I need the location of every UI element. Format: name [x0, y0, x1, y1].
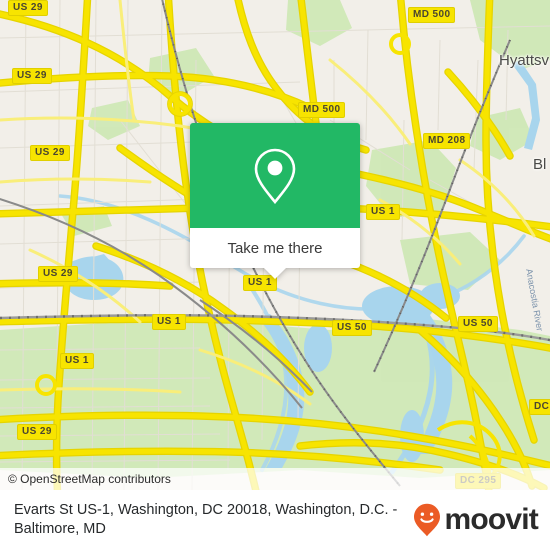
road-shield: MD 500: [408, 7, 456, 23]
road-shield: US 29: [38, 266, 78, 282]
moovit-logo[interactable]: moovit: [413, 503, 539, 537]
road-shield: DC: [529, 399, 550, 415]
location-popup-card[interactable]: Take me there: [190, 123, 360, 279]
road-shield: MD 500: [298, 102, 346, 118]
place-label: Bl: [533, 156, 547, 173]
road-shield: US 50: [332, 320, 372, 336]
road-shield: US 1: [366, 204, 400, 220]
moovit-map-screenshot: US 29 MD 500 US 29 MD 500 MD 208 US 29 US 1 US …: [0, 0, 550, 550]
road-shield: MD 208: [423, 133, 471, 149]
map-canvas[interactable]: US 29 MD 500 US 29 MD 500 MD 208 US 29 US 1 US …: [0, 0, 550, 490]
road-shield: US 29: [30, 145, 70, 161]
attribution-text: © OpenStreetMap contributors: [8, 472, 171, 486]
take-me-there-label: Take me there: [227, 239, 323, 257]
road-shield: US 29: [12, 68, 52, 84]
road-shield: US 29: [17, 424, 57, 440]
road-shield: US 1: [60, 353, 94, 369]
caption-bar: Evarts St US-1, Washington, DC 20018, Wa…: [0, 490, 550, 550]
place-label: Hyattsv: [499, 52, 550, 69]
road-shield: US 50: [458, 316, 498, 332]
road-shield: US 29: [8, 0, 48, 16]
address-caption: Evarts St US-1, Washington, DC 20018, Wa…: [14, 502, 398, 537]
map-attribution[interactable]: © OpenStreetMap contributors: [0, 468, 550, 490]
map-pin-icon: [254, 148, 296, 204]
road-shield: US 1: [152, 314, 186, 330]
popup-header: [190, 123, 360, 228]
popup-tail-pointer: [263, 267, 287, 279]
moovit-wordmark: moovit: [444, 503, 538, 536]
moovit-smiley-pin-icon: [414, 503, 441, 537]
take-me-there-button[interactable]: Take me there: [190, 228, 360, 268]
